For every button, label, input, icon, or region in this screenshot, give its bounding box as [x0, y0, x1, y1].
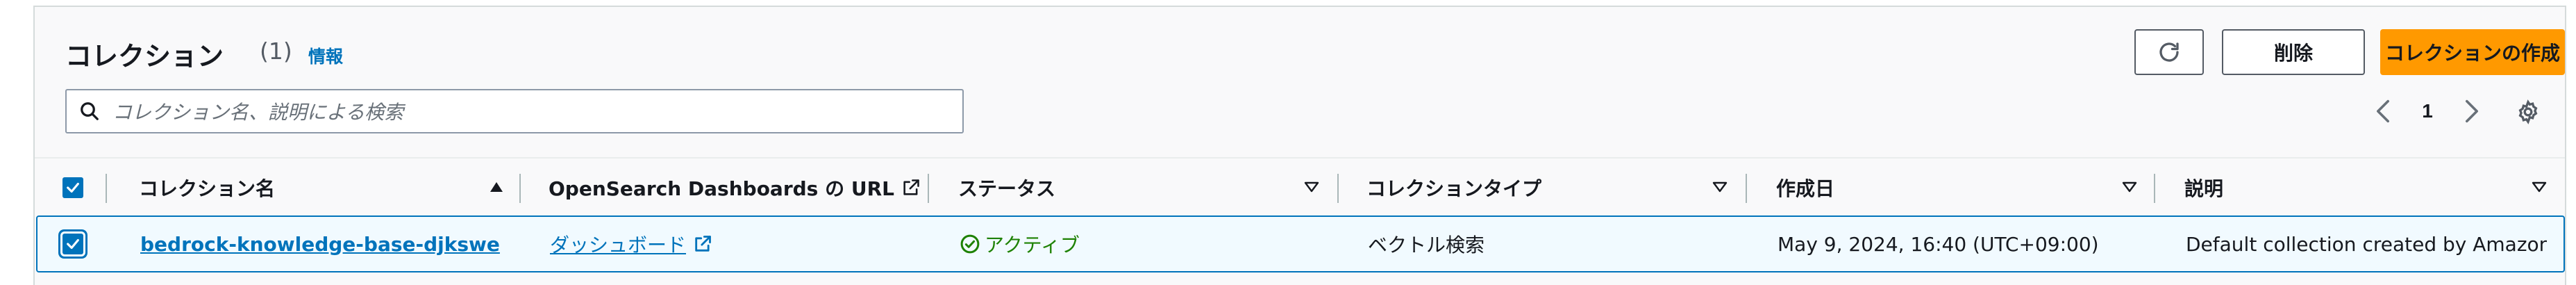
select-all-checkbox[interactable] [62, 158, 83, 217]
external-link-icon[interactable] [693, 234, 712, 254]
create-collection-button[interactable]: コレクションの作成 [2380, 29, 2565, 75]
gear-icon [2518, 99, 2538, 124]
dashboard-link[interactable]: ダッシュボード [550, 230, 686, 258]
table-row[interactable]: bedrock-knowledge-base-djkswe ダッシュボード アク… [36, 215, 2565, 272]
delete-button[interactable]: 削除 [2222, 29, 2365, 75]
table-header: コレクション名 OpenSearch Dashboards の URL ステータ… [35, 157, 2565, 215]
column-header-type[interactable]: コレクションタイプ [1366, 158, 1541, 217]
dashboard-url-cell: ダッシュボード [550, 217, 712, 271]
next-page-button[interactable] [2458, 96, 2486, 127]
collection-name-link[interactable]: bedrock-knowledge-base-djkswe [140, 233, 500, 256]
collection-type-cell: ベクトル検索 [1368, 234, 1485, 256]
page-title: コレクション [65, 41, 224, 72]
external-link-icon [903, 179, 919, 195]
search-placeholder: コレクション名、説明による検索 [112, 101, 404, 124]
status-cell: アクティブ [960, 217, 1080, 271]
description-cell: Default collection created by Amazon... [2186, 232, 2547, 256]
refresh-button[interactable] [2134, 29, 2204, 75]
chevron-left-icon [2376, 99, 2389, 123]
checkmark-icon [67, 238, 79, 250]
column-header-dashboard-url: OpenSearch Dashboards の URL [549, 158, 921, 217]
sort-caret-icon[interactable] [1303, 178, 1321, 196]
info-link[interactable]: 情報 [308, 43, 343, 68]
sort-caret-icon[interactable] [2530, 178, 2548, 196]
column-header-name[interactable]: コレクション名 [139, 158, 275, 217]
status-success-icon [960, 234, 980, 254]
collection-count: (1) [260, 38, 292, 65]
previous-page-button[interactable] [2369, 96, 2397, 127]
checkmark-icon [67, 182, 79, 193]
column-divider [1746, 174, 1747, 203]
refresh-icon [2159, 42, 2179, 62]
row-checkbox[interactable] [62, 217, 83, 271]
sort-ascending-icon[interactable] [487, 178, 505, 196]
page-number[interactable]: 1 [2414, 96, 2441, 127]
chevron-right-icon [2465, 99, 2478, 123]
column-divider [928, 174, 929, 203]
column-divider [1337, 174, 1339, 203]
column-divider [106, 174, 107, 203]
search-icon [81, 102, 99, 120]
column-header-status[interactable]: ステータス [958, 158, 1055, 217]
sort-caret-icon[interactable] [2121, 178, 2139, 196]
column-divider [519, 174, 521, 203]
preferences-button[interactable] [2512, 96, 2544, 128]
collection-name-cell: bedrock-knowledge-base-djkswe [140, 217, 500, 271]
column-divider [2154, 174, 2155, 203]
column-header-description[interactable]: 説明 [2184, 158, 2223, 217]
column-header-dashboard-url-label: OpenSearch Dashboards の URL [549, 177, 894, 200]
sort-caret-icon[interactable] [1711, 178, 1729, 196]
created-date-cell: May 9, 2024, 16:40 (UTC+09:00) [1778, 232, 2099, 256]
status-text: アクティブ [985, 234, 1080, 256]
search-input[interactable]: コレクション名、説明による検索 [65, 89, 964, 133]
column-header-created[interactable]: 作成日 [1776, 158, 1834, 217]
collections-panel: コレクション (1) 情報 削除 コレクションの作成 コレクション名、説明による… [33, 6, 2566, 285]
